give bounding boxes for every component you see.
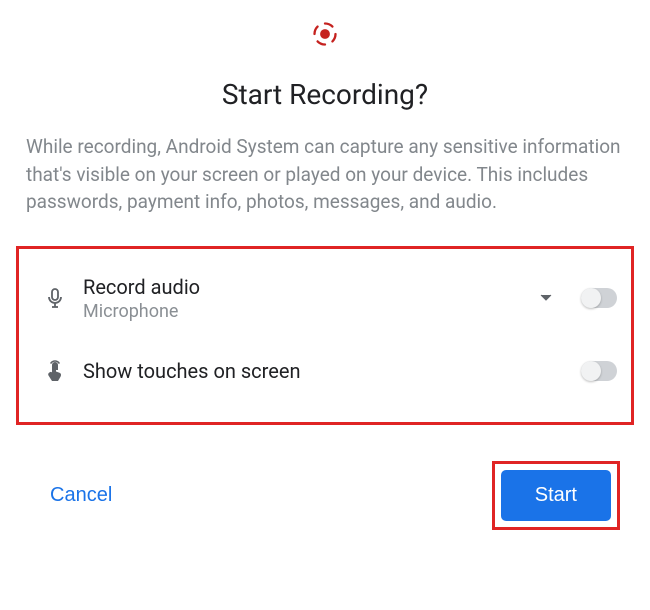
record-audio-title: Record audio xyxy=(83,275,533,299)
start-button[interactable]: Start xyxy=(501,470,611,521)
options-highlight-box: Record audio Microphone Show xyxy=(16,246,634,425)
start-button-highlight-box: Start xyxy=(492,461,620,530)
touch-icon xyxy=(33,359,77,383)
record-audio-row[interactable]: Record audio Microphone xyxy=(33,267,617,330)
record-audio-subtitle: Microphone xyxy=(83,301,533,322)
show-touches-toggle[interactable] xyxy=(581,361,617,381)
record-audio-labels: Record audio Microphone xyxy=(77,275,533,322)
audio-source-dropdown[interactable] xyxy=(533,294,559,302)
show-touches-labels: Show touches on screen xyxy=(77,359,581,383)
start-recording-dialog: Start Recording? While recording, Androi… xyxy=(0,0,650,610)
microphone-icon xyxy=(33,286,77,310)
toggle-knob xyxy=(581,361,601,381)
record-audio-toggle[interactable] xyxy=(581,288,617,308)
show-touches-row[interactable]: Show touches on screen xyxy=(33,342,617,400)
toggle-knob xyxy=(581,288,601,308)
dialog-body: While recording, Android System can capt… xyxy=(0,133,650,246)
dialog-title: Start Recording? xyxy=(0,78,650,133)
cancel-button[interactable]: Cancel xyxy=(36,474,126,517)
show-touches-title: Show touches on screen xyxy=(83,359,581,383)
dialog-button-bar: Cancel Start xyxy=(0,425,650,552)
record-target-icon xyxy=(0,20,650,78)
chevron-down-icon xyxy=(540,294,552,302)
